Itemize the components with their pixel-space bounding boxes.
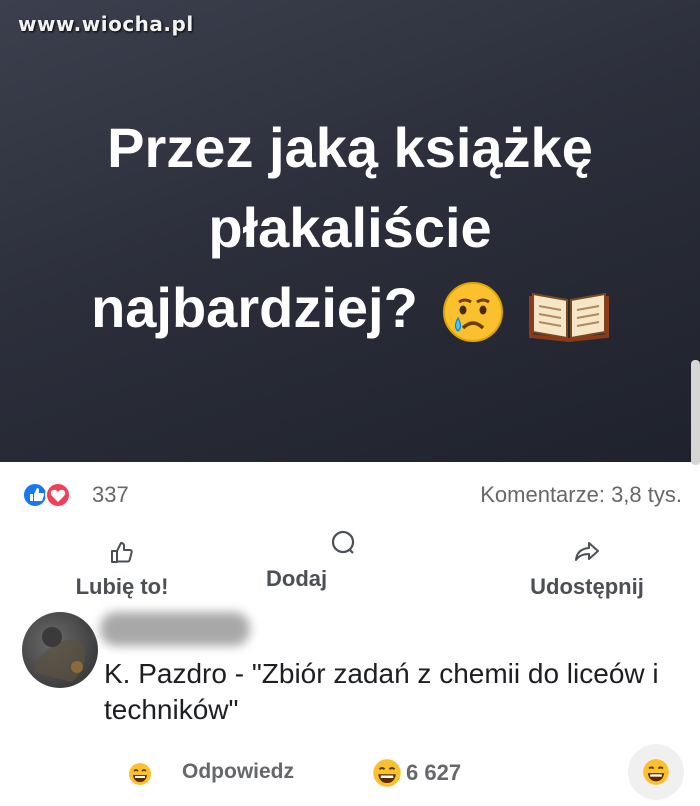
open-book-icon bbox=[528, 293, 609, 343]
commenter-name-blurred[interactable] bbox=[100, 612, 250, 646]
comment-icon bbox=[331, 530, 355, 554]
headline-line-2: płakaliście bbox=[208, 196, 492, 259]
reply-button[interactable]: Odpowiedz bbox=[182, 760, 294, 784]
headline-line-3: najbardziej? bbox=[0, 268, 700, 348]
comment-label: Dodaj bbox=[266, 566, 328, 591]
avatar[interactable] bbox=[22, 612, 98, 688]
smiley-icon bbox=[643, 759, 669, 785]
comment-reaction-count: 6 627 bbox=[406, 760, 462, 785]
post-banner: www.wiocha.pl Przez jaką książkę płakali… bbox=[0, 0, 700, 462]
thumbs-up-icon bbox=[111, 542, 133, 563]
laughing-emoji-icon bbox=[129, 763, 151, 785]
share-label: Udostępnij bbox=[530, 574, 644, 599]
reaction-icons bbox=[22, 482, 71, 508]
watermark: www.wiocha.pl bbox=[18, 12, 194, 36]
like-label: Lubię to! bbox=[75, 574, 169, 599]
haha-reaction-icon[interactable] bbox=[372, 758, 402, 788]
reactions-count: 337 bbox=[92, 482, 129, 507]
comment-button[interactable]: Dodaj bbox=[258, 528, 358, 592]
crying-face-icon bbox=[443, 282, 504, 343]
reaction-picker-button[interactable] bbox=[628, 744, 684, 800]
scrollbar[interactable] bbox=[691, 360, 700, 465]
share-button[interactable]: Udostępnij bbox=[512, 538, 662, 600]
comments-count-link[interactable]: Komentarze: 3,8 tys. bbox=[480, 482, 682, 508]
share-icon bbox=[575, 542, 599, 561]
avatar-image bbox=[32, 627, 86, 682]
headline-line-1: Przez jaką książkę bbox=[107, 116, 593, 179]
comment-text: K. Pazdro - "Zbiór zadań z chemii do lic… bbox=[104, 658, 659, 725]
headline-line-3-text: najbardziej? bbox=[91, 276, 418, 339]
reactions-summary[interactable]: 337 Komentarze: 3,8 tys. bbox=[22, 480, 682, 510]
comment-footer: Odpowiedz 6 627 bbox=[0, 750, 700, 800]
post-headline: Przez jaką książkę płakaliście najbardzi… bbox=[0, 108, 700, 348]
like-button[interactable]: Lubię to! bbox=[62, 538, 182, 600]
